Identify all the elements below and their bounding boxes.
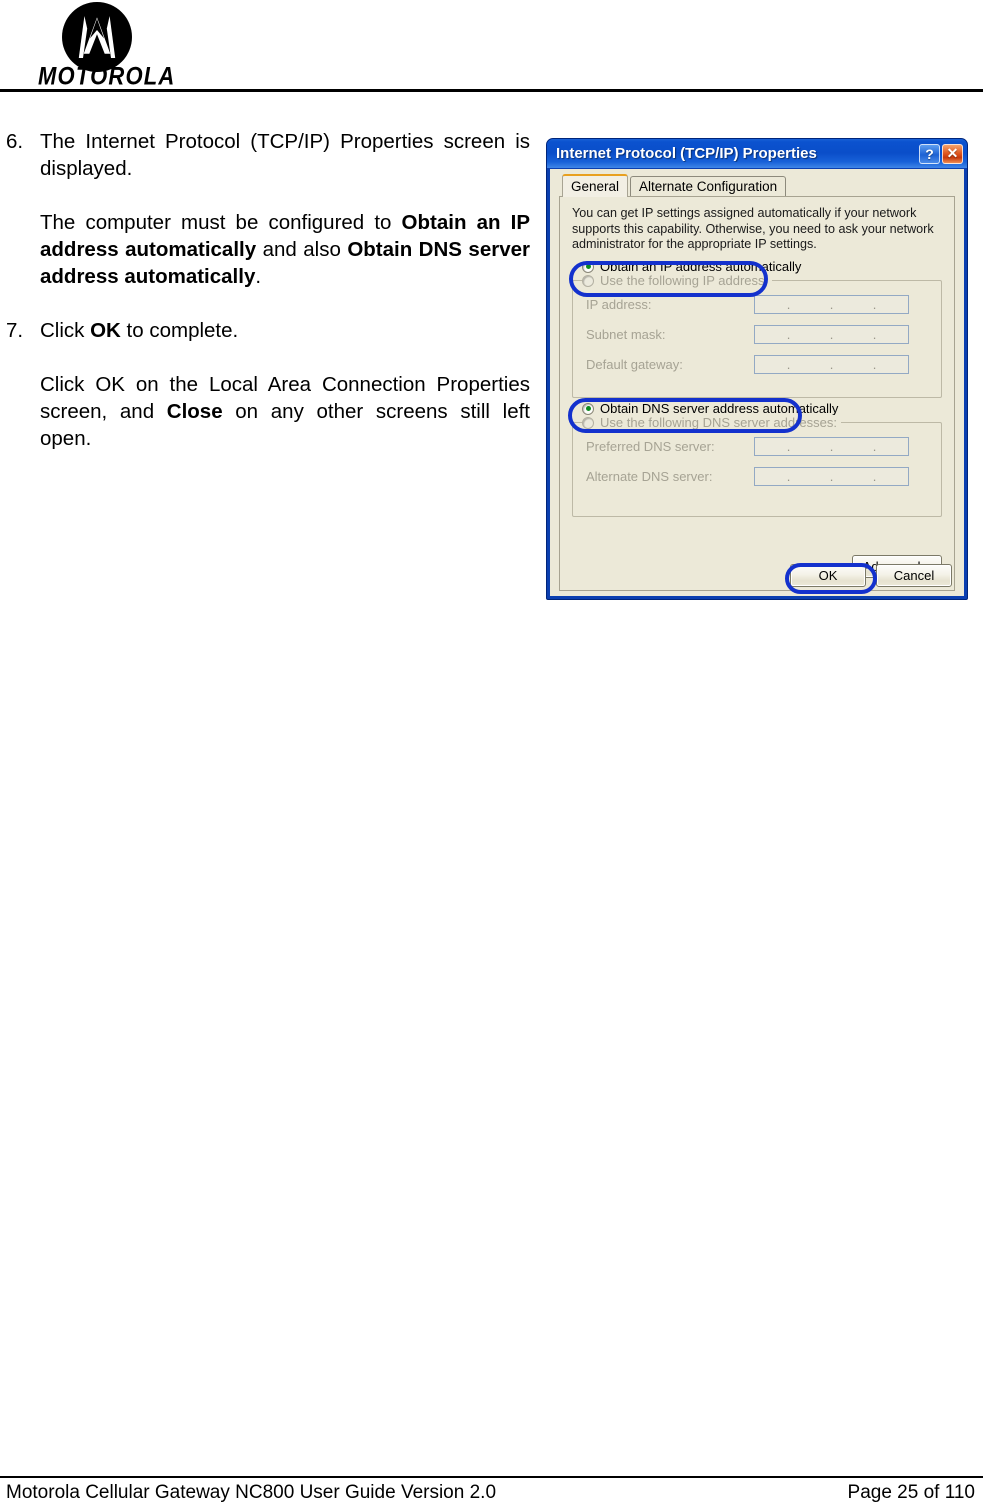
step-7-paragraph-1: Click OK to complete. xyxy=(40,317,530,344)
radio-indicator-icon xyxy=(582,416,594,429)
dot-separator: . xyxy=(872,326,877,342)
general-tab-panel: You can get IP settings assigned automat… xyxy=(559,196,955,591)
text-run: . xyxy=(255,265,262,288)
radio-label: Use the following DNS server addresses: xyxy=(600,415,837,430)
page-header: MOTOROLA xyxy=(0,0,983,92)
dot-separator: . xyxy=(786,438,791,454)
instruction-list: 6. The Internet Protocol (TCP/IP) Proper… xyxy=(0,128,540,452)
subnet-mask-field-row: Subnet mask: . . . xyxy=(586,325,909,344)
dialog-title: Internet Protocol (TCP/IP) Properties xyxy=(556,145,817,162)
step-7-paragraph-2: Click OK on the Local Area Connection Pr… xyxy=(40,371,530,452)
dot-separator: . xyxy=(786,326,791,342)
dot-separator: . xyxy=(872,356,877,372)
intro-description: You can get IP settings assigned automat… xyxy=(572,206,934,251)
obtain-dns-automatically-radio[interactable]: Obtain DNS server address automatically xyxy=(582,401,838,416)
ip-address-input[interactable]: . . . xyxy=(754,295,909,314)
field-label: Alternate DNS server: xyxy=(586,469,713,484)
dialog-button-bar: OK Cancel xyxy=(790,564,952,587)
step-6-paragraph-2: The computer must be configured to Obtai… xyxy=(40,209,530,290)
dot-separator: . xyxy=(786,356,791,372)
instruction-step-6: 6. The Internet Protocol (TCP/IP) Proper… xyxy=(0,128,540,290)
text-run-bold: Close xyxy=(166,400,223,423)
dot-separator: . xyxy=(786,296,791,312)
text-run: The Internet Protocol (TCP/IP) Propertie… xyxy=(40,130,530,180)
radio-label: Obtain an IP address automatically xyxy=(600,259,802,274)
use-following-dns-radio[interactable]: Use the following DNS server addresses: xyxy=(582,415,841,430)
tab-strip: General Alternate Configuration xyxy=(556,174,958,197)
preferred-dns-input[interactable]: . . . xyxy=(754,437,909,456)
text-run: and also xyxy=(256,238,348,261)
footer-page-number: Page 25 of 110 xyxy=(847,1482,975,1503)
text-run: Click xyxy=(40,319,91,342)
instruction-step-7: 7. Click OK to complete. Click OK on the… xyxy=(0,317,540,452)
cancel-button[interactable]: Cancel xyxy=(876,564,952,587)
ip-address-field-row: IP address: . . . xyxy=(586,295,909,314)
dialog-titlebar[interactable]: Internet Protocol (TCP/IP) Properties ? … xyxy=(547,139,967,168)
header-divider xyxy=(0,89,983,92)
radio-indicator-icon xyxy=(582,260,594,273)
dot-separator: . xyxy=(786,468,791,484)
dialog-body: General Alternate Configuration You can … xyxy=(550,169,964,596)
preferred-dns-field-row: Preferred DNS server: . . . xyxy=(586,437,909,456)
dot-separator: . xyxy=(872,468,877,484)
alternate-dns-input[interactable]: . . . xyxy=(754,467,909,486)
motorola-wordmark: MOTOROLA xyxy=(38,62,176,90)
motorola-logo: MOTOROLA xyxy=(38,2,174,90)
field-label: Default gateway: xyxy=(586,357,683,372)
field-label: Subnet mask: xyxy=(586,327,666,342)
ok-button[interactable]: OK xyxy=(790,564,866,587)
obtain-ip-automatically-radio[interactable]: Obtain an IP address automatically xyxy=(582,259,801,274)
text-run-bold: OK xyxy=(90,319,121,342)
field-label: IP address: xyxy=(586,297,652,312)
dot-separator: . xyxy=(872,296,877,312)
alternate-dns-field-row: Alternate DNS server: . . . xyxy=(586,467,909,486)
dot-separator: . xyxy=(829,468,834,484)
tab-alternate-configuration[interactable]: Alternate Configuration xyxy=(630,176,787,197)
dot-separator: . xyxy=(829,438,834,454)
step-number: 6. xyxy=(6,130,24,153)
text-run: to complete. xyxy=(120,319,239,342)
dot-separator: . xyxy=(829,326,834,342)
radio-indicator-icon xyxy=(582,402,594,415)
radio-indicator-icon xyxy=(582,274,594,287)
help-icon[interactable]: ? xyxy=(919,143,940,164)
dot-separator: . xyxy=(829,296,834,312)
footer-divider xyxy=(0,1476,983,1478)
default-gateway-field-row: Default gateway: . . . xyxy=(586,355,909,374)
step-number: 7. xyxy=(6,319,24,342)
tab-general[interactable]: General xyxy=(562,174,629,197)
radio-label: Use the following IP address: xyxy=(600,273,769,288)
close-icon[interactable]: ✕ xyxy=(942,143,963,164)
text-run: The computer must be configured to xyxy=(40,211,402,234)
dot-separator: . xyxy=(829,356,834,372)
internet-protocol-properties-dialog: Internet Protocol (TCP/IP) Properties ? … xyxy=(546,138,968,600)
subnet-mask-input[interactable]: . . . xyxy=(754,325,909,344)
radio-label: Obtain DNS server address automatically xyxy=(600,401,839,416)
field-label: Preferred DNS server: xyxy=(586,439,715,454)
footer-document-title: Motorola Cellular Gateway NC800 User Gui… xyxy=(6,1482,497,1503)
default-gateway-input[interactable]: . . . xyxy=(754,355,909,374)
use-following-ip-radio[interactable]: Use the following IP address: xyxy=(582,273,773,288)
step-6-paragraph-1: The Internet Protocol (TCP/IP) Propertie… xyxy=(40,128,530,182)
dot-separator: . xyxy=(872,438,877,454)
